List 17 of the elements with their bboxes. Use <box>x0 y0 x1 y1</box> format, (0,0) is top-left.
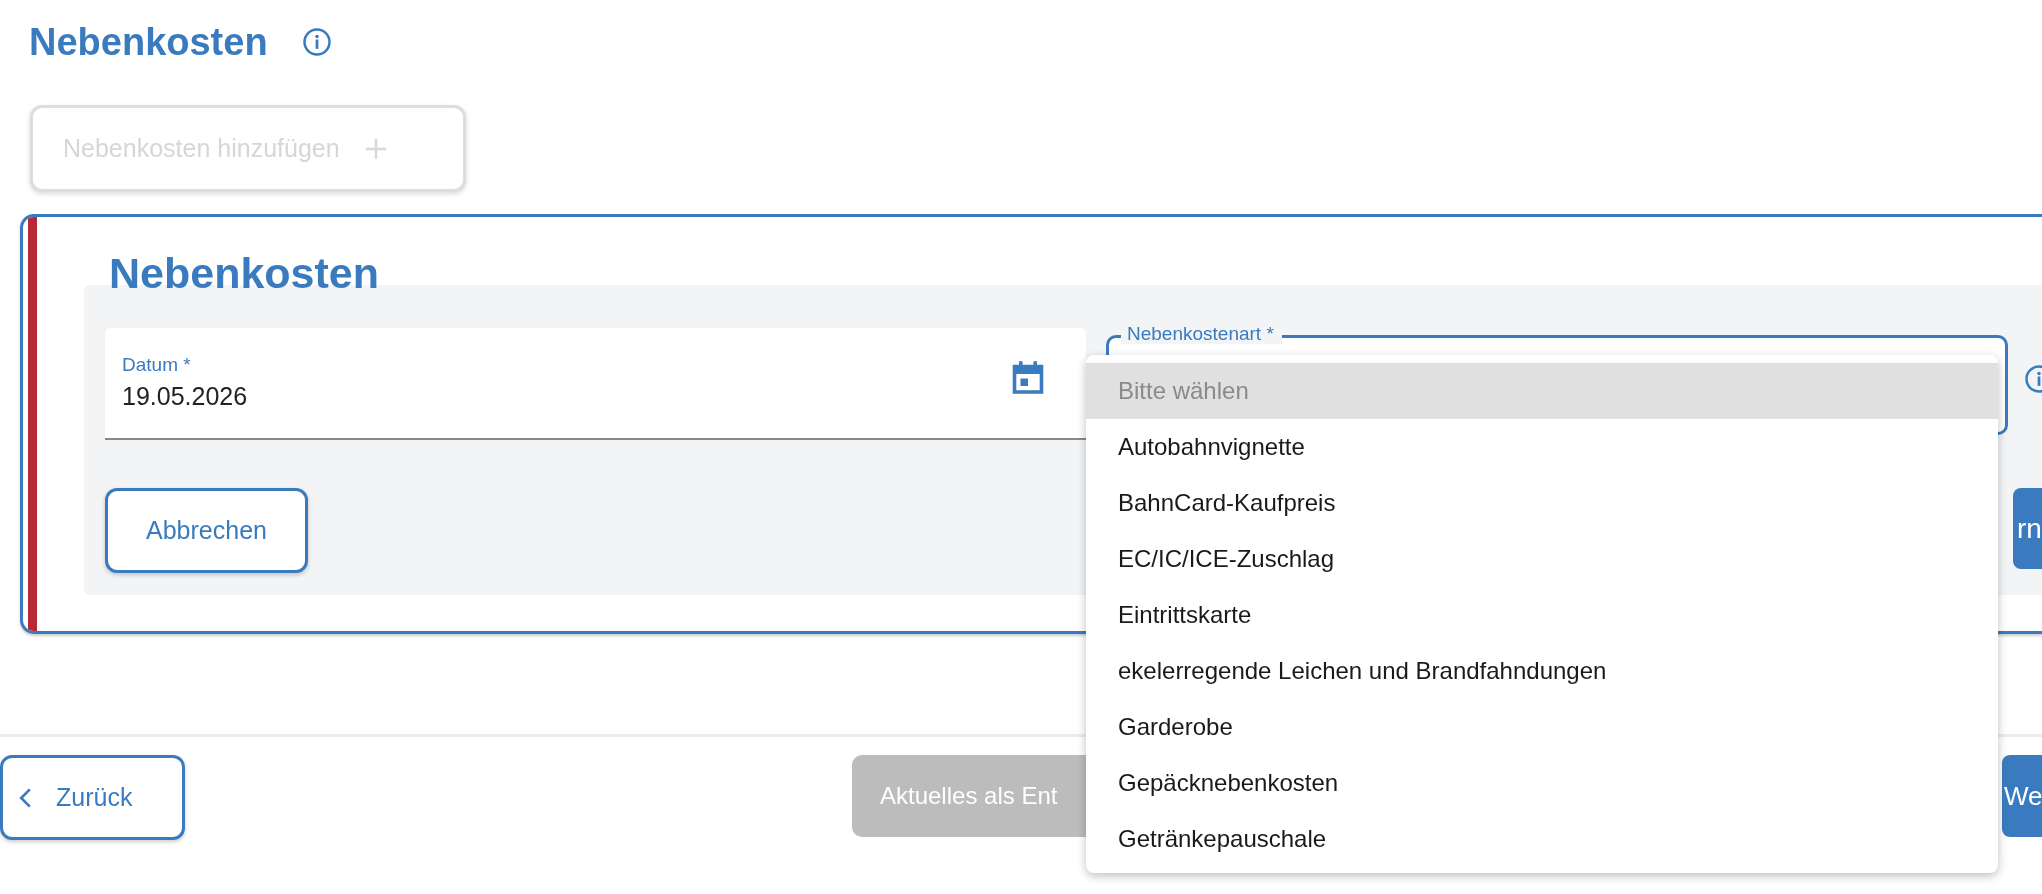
dropdown-option[interactable]: EC/IC/ICE-Zuschlag <box>1086 531 1998 587</box>
save-button[interactable]: rn <box>2013 488 2042 569</box>
chevron-left-icon <box>19 786 32 809</box>
back-button[interactable]: Zurück <box>0 755 185 840</box>
dropdown-option[interactable]: BahnCard-Kaufpreis <box>1086 475 1998 531</box>
calendar-icon[interactable] <box>1010 358 1046 396</box>
card-title: Nebenkosten <box>109 250 380 296</box>
page-title: Nebenkosten <box>29 20 268 64</box>
info-icon[interactable] <box>301 27 332 57</box>
date-field[interactable]: Datum * 19.05.2026 <box>105 328 1086 440</box>
dropdown-option[interactable]: Eintrittskarte <box>1086 587 1998 643</box>
plus-icon <box>363 136 388 161</box>
cancel-button[interactable]: Abbrechen <box>105 488 308 573</box>
next-button[interactable]: We <box>2002 755 2042 837</box>
dropdown-option[interactable]: Autobahnvignette <box>1086 419 1998 475</box>
dropdown-option[interactable]: ekelerregende Leichen und Brandfahndungen <box>1086 643 1998 699</box>
dropdown-option[interactable]: Garderobe <box>1086 699 1998 755</box>
